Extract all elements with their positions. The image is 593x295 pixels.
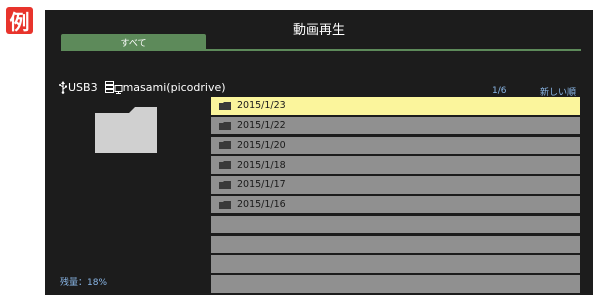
list-item[interactable]: 2015/1/23 [211, 97, 580, 115]
tab-all[interactable]: すべて [61, 34, 206, 50]
folder-list: 2015/1/23 2015/1/22 2015/1/20 2015/1/18 … [211, 97, 580, 295]
folder-icon [219, 101, 231, 110]
list-item[interactable]: 2015/1/16 [211, 195, 580, 214]
list-item[interactable]: 2015/1/20 [211, 136, 580, 155]
folder-name: 2015/1/23 [237, 100, 286, 112]
page-indicator: 1/6 [492, 86, 507, 96]
folder-name: 2015/1/18 [237, 159, 286, 171]
usb-icon [58, 81, 68, 94]
storage-remaining: 残量：18% [60, 278, 108, 288]
folder-name: 2015/1/17 [237, 179, 286, 191]
list-item[interactable]: 2015/1/18 [211, 156, 580, 174]
device-name: USB3 [68, 81, 98, 94]
folder-icon [219, 200, 231, 209]
folder-name: 2015/1/16 [237, 199, 286, 211]
folder-preview-icon [95, 107, 157, 157]
server-name: masami(picodrive) [122, 81, 226, 94]
device-path: USB3 masami(picodrive) [58, 81, 226, 94]
folder-name: 2015/1/22 [237, 120, 286, 132]
list-item[interactable]: 2015/1/17 [211, 176, 580, 194]
video-playback-screen: 動画再生 すべて USB3 masami(picodrive) 1/6 新しい順… [45, 10, 593, 295]
folder-name: 2015/1/20 [237, 139, 286, 151]
list-item-empty [211, 215, 580, 234]
example-badge: 例 [6, 7, 33, 34]
folder-icon [219, 161, 231, 170]
media-server-icon [104, 81, 123, 94]
list-item[interactable]: 2015/1/22 [211, 116, 580, 135]
tab-underline [61, 49, 581, 51]
list-item-empty [211, 235, 580, 254]
folder-icon [219, 121, 231, 130]
list-item-empty [211, 255, 580, 273]
list-item-empty [211, 275, 580, 293]
folder-icon [219, 141, 231, 150]
folder-icon [219, 180, 231, 189]
